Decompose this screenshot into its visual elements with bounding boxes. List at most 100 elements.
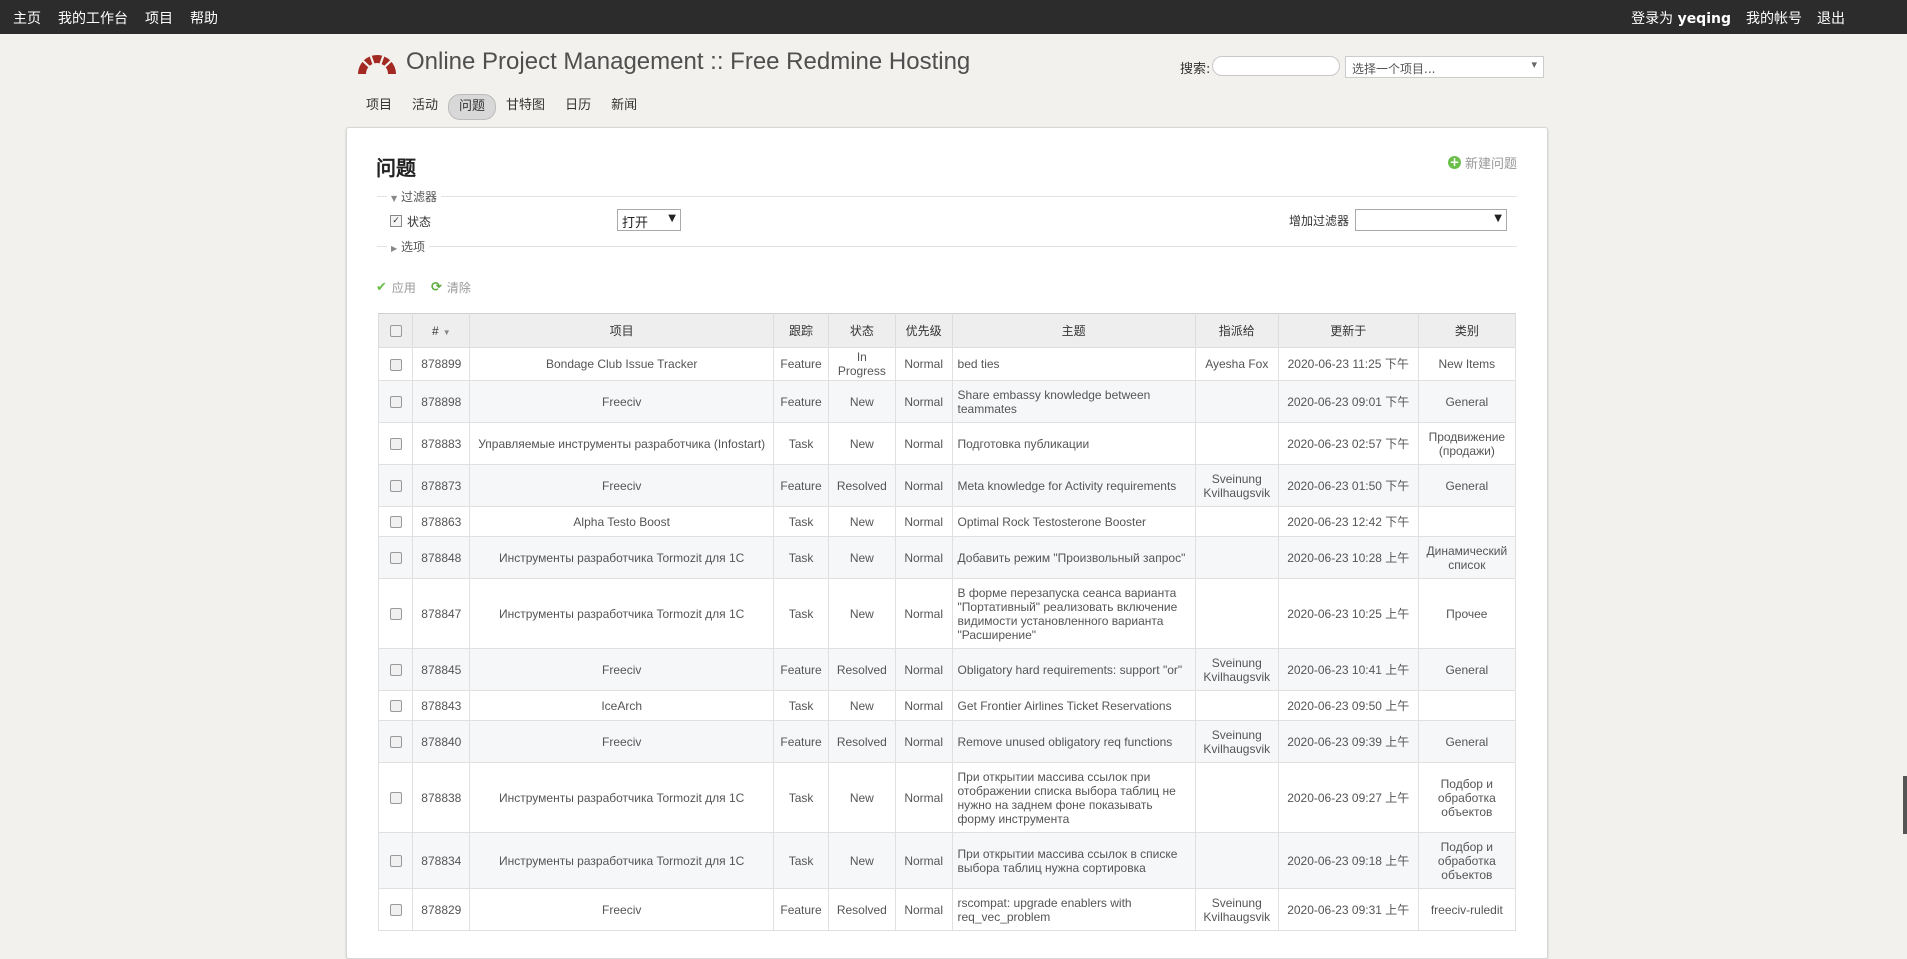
assignee-cell[interactable]: Sveinung Kvilhaugsvik [1194, 648, 1279, 691]
scrollbar-thumb[interactable] [1903, 776, 1907, 834]
assignee-cell[interactable]: Sveinung Kvilhaugsvik [1194, 720, 1279, 763]
project-jump-select[interactable]: 选择一个项目... ▾ [1345, 56, 1544, 78]
column-header-category[interactable]: 类别 [1417, 313, 1517, 348]
column-header-updated[interactable]: 更新于 [1277, 313, 1419, 348]
assignee-cell[interactable] [1194, 536, 1279, 579]
table-row[interactable]: 878845 Freeciv Feature Resolved Normal Obliga… [377, 648, 1517, 691]
top-menu-help[interactable]: 帮助 [190, 8, 218, 28]
tab-issues[interactable]: 问题 [448, 94, 497, 120]
issue-id-cell[interactable]: 878883 [412, 422, 471, 465]
column-header-subject[interactable]: 主题 [951, 313, 1196, 348]
login-user[interactable]: yeqing [1678, 11, 1731, 27]
top-menu-projects[interactable]: 项目 [145, 8, 173, 28]
logout-link[interactable]: 退出 [1817, 8, 1845, 28]
project-cell[interactable]: Инструменты разработчика Tormozit для 1С [469, 536, 775, 579]
subject-cell[interactable]: Добавить режим "Произвольный запрос" [951, 536, 1196, 579]
table-row[interactable]: 878873 Freeciv Feature Resolved Normal Meta k… [377, 464, 1517, 507]
issue-id-cell[interactable]: 878834 [412, 832, 471, 889]
table-row[interactable]: 878834 Инструменты разработчика Tormozit … [377, 832, 1517, 889]
project-cell[interactable]: Freeciv [469, 380, 775, 423]
row-checkbox[interactable] [377, 762, 414, 833]
assignee-cell[interactable] [1194, 422, 1279, 465]
issue-id-cell[interactable]: 878899 [412, 347, 471, 381]
subject-cell[interactable]: При открытии массива ссылок в списке выб… [951, 832, 1196, 889]
subject-cell[interactable]: Get Frontier Airlines Ticket Reservation… [951, 690, 1196, 721]
subject-cell[interactable]: Obligatory hard requirements: support "o… [951, 648, 1196, 691]
project-cell[interactable]: Инструменты разработчика Tormozit для 1С [469, 762, 775, 833]
status-operator-select[interactable]: 打开 ▼ [617, 209, 681, 231]
row-checkbox[interactable] [377, 464, 414, 507]
clear-button[interactable]: ⟳ 清除 [431, 279, 471, 296]
tab-news[interactable]: 新闻 [601, 94, 647, 118]
subject-cell[interactable]: Meta knowledge for Activity requirements [951, 464, 1196, 507]
issue-id-cell[interactable]: 878829 [412, 888, 471, 931]
project-cell[interactable]: Freeciv [469, 648, 775, 691]
tab-gantt[interactable]: 甘特图 [496, 94, 555, 118]
table-row[interactable]: 878847 Инструменты разработчика Tormozit … [377, 578, 1517, 649]
subject-cell[interactable]: Подготовка публикации [951, 422, 1196, 465]
issue-id-cell[interactable]: 878848 [412, 536, 471, 579]
project-cell[interactable]: Bondage Club Issue Tracker [469, 347, 775, 381]
column-header-tracker[interactable]: 跟踪 [773, 313, 829, 348]
subject-cell[interactable]: В форме перезапуска сеанса варианта "Пор… [951, 578, 1196, 649]
issue-id-cell[interactable]: 878873 [412, 464, 471, 507]
assignee-cell[interactable]: Sveinung Kvilhaugsvik [1194, 888, 1279, 931]
subject-cell[interactable]: Share embassy knowledge between teammate… [951, 380, 1196, 423]
assignee-cell[interactable] [1194, 578, 1279, 649]
issue-id-cell[interactable]: 878898 [412, 380, 471, 423]
table-row[interactable]: 878883 Управляемые инструменты разработчи… [377, 422, 1517, 465]
assignee-cell[interactable] [1194, 690, 1279, 721]
table-row[interactable]: 878898 Freeciv Feature New Normal Share embas… [377, 380, 1517, 423]
issue-id-cell[interactable]: 878847 [412, 578, 471, 649]
tab-activity[interactable]: 活动 [402, 94, 448, 118]
issue-id-cell[interactable]: 878838 [412, 762, 471, 833]
table-row[interactable]: 878829 Freeciv Feature Resolved Normal rscomp… [377, 888, 1517, 931]
assignee-cell[interactable]: Ayesha Fox [1194, 347, 1279, 381]
assignee-cell[interactable]: Sveinung Kvilhaugsvik [1194, 464, 1279, 507]
subject-cell[interactable]: Optimal Rock Testosterone Booster [951, 506, 1196, 537]
subject-cell[interactable]: bed ties [951, 347, 1196, 381]
project-cell[interactable]: Freeciv [469, 720, 775, 763]
issue-id-cell[interactable]: 878845 [412, 648, 471, 691]
search-input[interactable] [1212, 56, 1340, 76]
apply-button[interactable]: ✔ 应用 [376, 279, 416, 296]
issue-id-cell[interactable]: 878840 [412, 720, 471, 763]
project-cell[interactable]: Инструменты разработчика Tormozit для 1С [469, 832, 775, 889]
project-cell[interactable]: Alpha Testo Boost [469, 506, 775, 537]
column-header-priority[interactable]: 优先级 [894, 313, 953, 348]
row-checkbox[interactable] [377, 832, 414, 889]
project-cell[interactable]: IceArch [469, 690, 775, 721]
table-row[interactable]: 878838 Инструменты разработчика Tormozit … [377, 762, 1517, 833]
assignee-cell[interactable] [1194, 506, 1279, 537]
subject-cell[interactable]: rscompat: upgrade enablers with req_vec_… [951, 888, 1196, 931]
issue-id-cell[interactable]: 878863 [412, 506, 471, 537]
add-filter-select[interactable]: ▼ [1355, 209, 1507, 231]
table-row[interactable]: 878840 Freeciv Feature Resolved Normal Remove… [377, 720, 1517, 763]
row-checkbox[interactable] [377, 506, 414, 537]
project-cell[interactable]: Freeciv [469, 888, 775, 931]
select-all-checkbox[interactable] [377, 313, 414, 348]
row-checkbox[interactable] [377, 536, 414, 579]
row-checkbox[interactable] [377, 347, 414, 381]
status-filter-checkbox[interactable]: ✓ [390, 215, 402, 227]
project-cell[interactable]: Управляемые инструменты разработчика (In… [469, 422, 775, 465]
row-checkbox[interactable] [377, 578, 414, 649]
table-row[interactable]: 878899 Bondage Club Issue Tracker Feature I… [377, 347, 1517, 381]
column-header-id[interactable]: # ▼ [412, 313, 471, 348]
table-row[interactable]: 878843 IceArch Task New Normal Get Frontier A… [377, 690, 1517, 721]
issue-id-cell[interactable]: 878843 [412, 690, 471, 721]
project-cell[interactable]: Freeciv [469, 464, 775, 507]
filters-legend[interactable]: ▼ 过滤器 [387, 188, 441, 205]
tab-projects[interactable]: 项目 [356, 94, 402, 118]
options-legend[interactable]: ▶ 选项 [387, 238, 429, 255]
project-cell[interactable]: Инструменты разработчика Tormozit для 1С [469, 578, 775, 649]
top-menu-my-page[interactable]: 我的工作台 [58, 8, 128, 28]
column-header-status[interactable]: 状态 [827, 313, 896, 348]
assignee-cell[interactable] [1194, 762, 1279, 833]
assignee-cell[interactable] [1194, 832, 1279, 889]
table-row[interactable]: 878863 Alpha Testo Boost Task New Normal Opti… [377, 506, 1517, 537]
my-account-link[interactable]: 我的帐号 [1746, 8, 1802, 28]
row-checkbox[interactable] [377, 380, 414, 423]
top-menu-home[interactable]: 主页 [13, 8, 41, 28]
assignee-cell[interactable] [1194, 380, 1279, 423]
